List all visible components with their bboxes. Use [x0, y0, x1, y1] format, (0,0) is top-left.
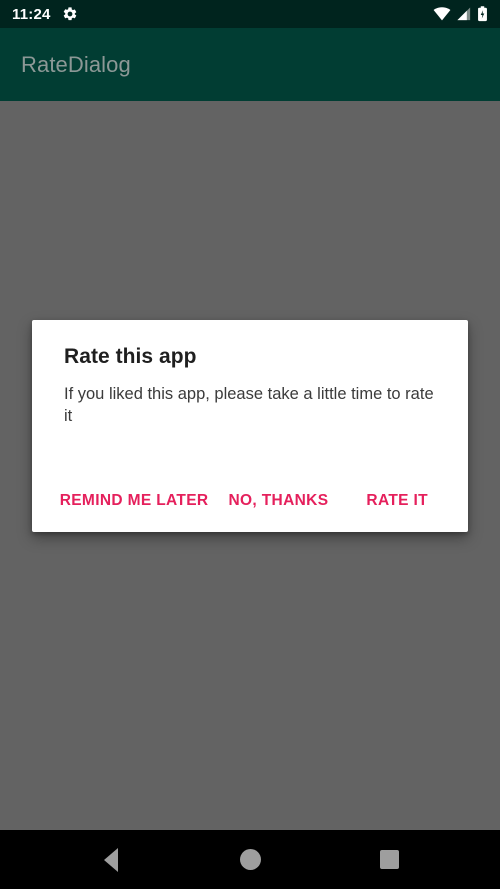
- rate-it-button[interactable]: RATE IT: [356, 485, 438, 517]
- recent-apps-square-icon: [379, 850, 399, 869]
- status-bar-right: [433, 6, 488, 22]
- phone-screen: 11:24 RateDialog Rate this app If you li…: [0, 0, 500, 889]
- app-bar-title: RateDialog: [21, 51, 131, 77]
- remind-me-later-button[interactable]: REMIND ME LATER: [50, 485, 219, 517]
- status-bar-clock: 11:24: [12, 5, 51, 23]
- rate-dialog: Rate this app If you liked this app, ple…: [32, 320, 468, 532]
- back-triangle-icon: [104, 847, 118, 872]
- dialog-title: Rate this app: [64, 345, 197, 368]
- status-bar: 11:24: [0, 0, 500, 28]
- dialog-message: If you liked this app, please take a lit…: [64, 385, 434, 426]
- wifi-icon: [433, 7, 451, 21]
- nav-back-button[interactable]: [76, 830, 146, 889]
- no-thanks-button[interactable]: NO, THANKS: [218, 485, 338, 517]
- nav-recent-apps-button[interactable]: [354, 830, 424, 889]
- navigation-bar: [0, 830, 500, 889]
- battery-charging-icon: [477, 6, 488, 22]
- nav-home-button[interactable]: [215, 830, 285, 889]
- home-circle-icon: [239, 849, 261, 870]
- cellular-signal-icon: [456, 7, 472, 21]
- status-bar-left: 11:24: [12, 6, 78, 22]
- dialog-action-bar: REMIND ME LATER NO, THANKS RATE IT: [32, 478, 468, 524]
- app-bar: RateDialog: [0, 28, 500, 101]
- gear-icon: [62, 6, 78, 22]
